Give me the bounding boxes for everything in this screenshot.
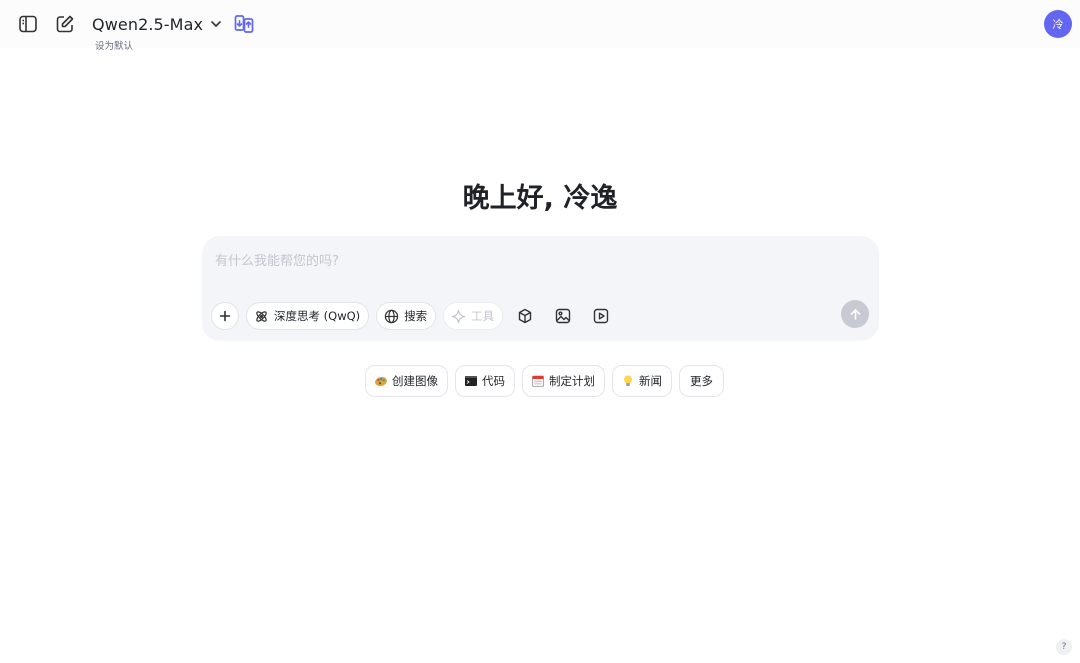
palette-icon	[374, 374, 388, 388]
suggestion-label: 更多	[690, 374, 713, 388]
terminal-icon	[464, 374, 478, 388]
video-gen-button[interactable]	[587, 302, 615, 330]
search-label: 搜索	[404, 309, 428, 323]
video-play-icon	[593, 308, 609, 324]
plus-icon	[219, 310, 231, 322]
image-gen-button[interactable]	[549, 302, 577, 330]
suggestion-label: 制定计划	[549, 374, 595, 388]
new-chat-button[interactable]	[51, 10, 79, 38]
new-chat-icon	[56, 15, 74, 33]
chat-composer: 深度思考 (QwQ) 搜索 工具	[202, 236, 879, 341]
suggestion-code[interactable]: 代码	[455, 365, 515, 397]
arrow-up-icon	[850, 308, 860, 320]
image-icon	[555, 308, 571, 324]
attach-button[interactable]	[211, 302, 239, 330]
suggestion-make-plan[interactable]: 制定计划	[522, 365, 605, 397]
greeting-title: 晚上好, 冷逸	[462, 183, 618, 214]
suggestion-more[interactable]: 更多	[679, 365, 724, 397]
lightbulb-icon	[621, 374, 635, 388]
search-toggle[interactable]: 搜索	[376, 302, 437, 330]
calendar-icon	[531, 374, 545, 388]
artifacts-button[interactable]	[511, 302, 539, 330]
suggestion-news[interactable]: 新闻	[612, 365, 672, 397]
sidebar-toggle-button[interactable]	[14, 10, 42, 38]
suggestion-label: 代码	[482, 374, 505, 388]
chevron-down-icon	[209, 17, 223, 31]
sidebar-toggle-icon	[19, 15, 37, 33]
set-default-link[interactable]: 设为默认	[95, 38, 133, 52]
deep-think-label: 深度思考 (QwQ)	[274, 309, 361, 323]
user-avatar[interactable]: 冷	[1044, 10, 1072, 38]
suggestion-create-image[interactable]: 创建图像	[365, 365, 448, 397]
compare-models-icon	[234, 15, 254, 33]
tools-toggle[interactable]: 工具	[443, 302, 504, 330]
tools-label: 工具	[471, 309, 495, 323]
send-button[interactable]	[841, 300, 869, 328]
deep-think-toggle[interactable]: 深度思考 (QwQ)	[246, 302, 370, 330]
compare-models-button[interactable]	[230, 10, 258, 38]
suggestion-chips: 创建图像 代码 制定计划 新闻 更多	[365, 365, 731, 397]
cube-icon	[518, 308, 532, 324]
suggestion-label: 创建图像	[392, 374, 438, 388]
composer-toolbar: 深度思考 (QwQ) 搜索 工具	[211, 302, 615, 330]
suggestion-label: 新闻	[639, 374, 662, 388]
model-name: Qwen2.5-Max	[92, 14, 204, 34]
help-button[interactable]: ?	[1056, 639, 1072, 655]
globe-icon	[384, 309, 399, 324]
atom-icon	[254, 309, 269, 324]
model-selector[interactable]: Qwen2.5-Max	[92, 12, 223, 36]
sparkle-icon	[451, 309, 466, 324]
chat-input[interactable]	[215, 250, 815, 272]
top-bar: Qwen2.5-Max 设为默认 冷	[0, 0, 1080, 52]
